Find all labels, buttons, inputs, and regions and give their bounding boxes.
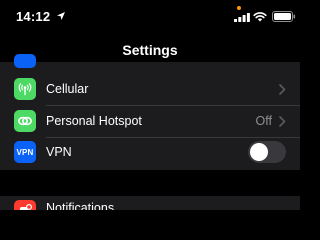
cellular-signal-icon <box>234 13 250 22</box>
chevron-right-icon <box>279 84 286 95</box>
settings-row-vpn[interactable]: VPN VPN <box>0 137 300 169</box>
status-bar: 14:12 <box>0 0 300 30</box>
clock: 14:12 <box>16 9 51 24</box>
settings-row-cellular[interactable]: Cellular <box>0 73 300 105</box>
scrolled-row-icon <box>14 54 36 68</box>
vpn-icon-text: VPN <box>16 147 34 157</box>
link-icon <box>14 110 36 132</box>
row-label-notifications: Notifications <box>46 201 115 210</box>
vpn-toggle[interactable] <box>248 141 286 163</box>
hotspot-status-value: Off <box>255 114 272 128</box>
network-settings-group: Cellular Personal Hotspot Off VPN VPN <box>0 54 300 170</box>
wifi-icon <box>253 12 267 22</box>
settings-row-notifications[interactable]: Notifications <box>0 196 300 210</box>
location-arrow-icon <box>57 12 65 20</box>
row-label-cellular: Cellular <box>46 82 89 96</box>
row-label-personal-hotspot: Personal Hotspot <box>46 114 142 128</box>
row-label-vpn: VPN <box>46 145 72 159</box>
antenna-icon <box>14 78 36 100</box>
vpn-icon: VPN <box>14 141 36 163</box>
privacy-dot-icon <box>237 6 241 10</box>
toggle-knob <box>250 143 268 161</box>
battery-icon <box>272 11 296 22</box>
notifications-icon <box>14 200 36 210</box>
settings-row-personal-hotspot[interactable]: Personal Hotspot Off <box>0 105 300 137</box>
chevron-right-icon <box>279 116 286 127</box>
notifications-settings-group: Notifications <box>0 196 300 210</box>
page-title: Settings <box>122 42 178 58</box>
